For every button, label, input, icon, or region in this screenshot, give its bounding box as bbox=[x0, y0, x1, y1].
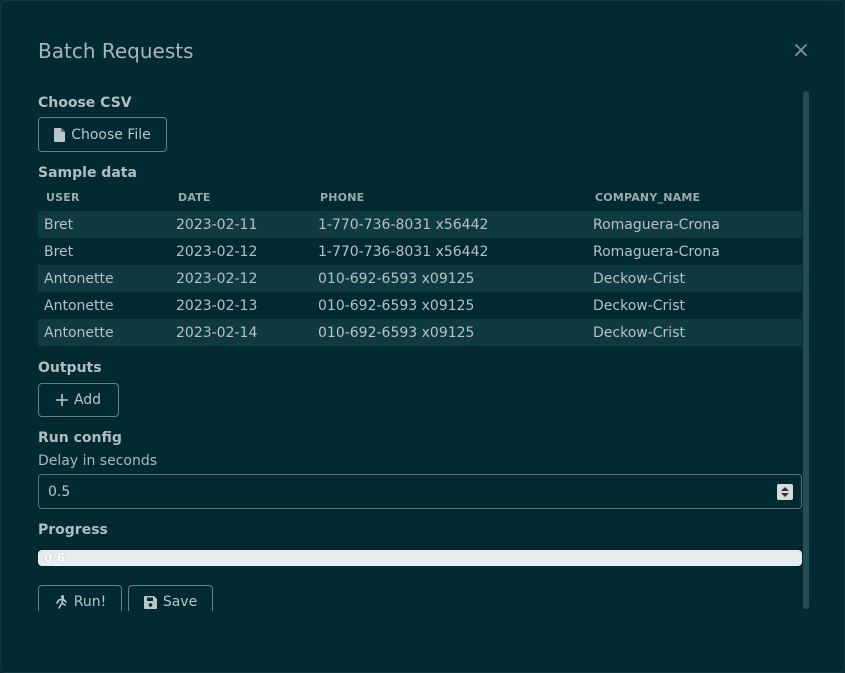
batch-requests-modal: Batch Requests × Choose CSV Choose File … bbox=[0, 0, 845, 673]
table-cell: 1-770-736-8031 x56442 bbox=[312, 238, 587, 265]
running-person-icon bbox=[54, 595, 68, 609]
sample-data-label: Sample data bbox=[38, 165, 137, 181]
table-cell: 2023-02-12 bbox=[170, 238, 312, 265]
choose-csv-label: Choose CSV bbox=[38, 95, 132, 111]
scrollbar[interactable] bbox=[803, 91, 809, 609]
delay-value: 0.5 bbox=[48, 483, 71, 500]
table-row: Bret 2023-02-11 1-770-736-8031 x56442 Ro… bbox=[38, 211, 802, 238]
table-row: Antonette 2023-02-13 010-692-6593 x09125… bbox=[38, 292, 802, 319]
table-row: Antonette 2023-02-14 010-692-6593 x09125… bbox=[38, 319, 802, 346]
table-row: Antonette 2023-02-12 010-692-6593 x09125… bbox=[38, 265, 802, 292]
table-cell: Antonette bbox=[38, 319, 170, 346]
table-cell: Deckow-Crist bbox=[587, 265, 802, 292]
table-cell: 010-692-6593 x09125 bbox=[312, 319, 587, 346]
add-output-button[interactable]: Add bbox=[38, 383, 119, 417]
table-cell: Deckow-Crist bbox=[587, 319, 802, 346]
save-label: Save bbox=[162, 594, 198, 610]
progress-bar: 0/6 bbox=[38, 550, 802, 566]
run-label: Run! bbox=[73, 594, 107, 610]
delay-label: Delay in seconds bbox=[38, 453, 158, 469]
table-cell: Bret bbox=[38, 211, 170, 238]
delay-input[interactable]: 0.5 bbox=[38, 474, 802, 509]
column-header: COMPANY_NAME bbox=[595, 190, 701, 204]
run-button[interactable]: Run! bbox=[38, 585, 122, 611]
table-cell: 010-692-6593 x09125 bbox=[312, 292, 587, 319]
table-cell: 2023-02-14 bbox=[170, 319, 312, 346]
number-spinner[interactable] bbox=[777, 484, 793, 500]
file-icon bbox=[54, 127, 66, 142]
table-cell: Antonette bbox=[38, 265, 170, 292]
spin-up-icon[interactable] bbox=[781, 487, 789, 491]
column-header: PHONE bbox=[320, 190, 365, 204]
table-cell: 1-770-736-8031 x56442 bbox=[312, 211, 587, 238]
progress-text: 0/6 bbox=[44, 551, 66, 565]
run-config-label: Run config bbox=[38, 430, 122, 446]
add-output-label: Add bbox=[73, 392, 102, 408]
table-cell: 2023-02-12 bbox=[170, 265, 312, 292]
modal-body: Choose CSV Choose File Sample data USER … bbox=[38, 91, 802, 611]
table-row: Bret 2023-02-12 1-770-736-8031 x56442 Ro… bbox=[38, 238, 802, 265]
table-cell: Romaguera-Crona bbox=[587, 238, 802, 265]
table-header-row: USER DATE PHONE COMPANY_NAME bbox=[38, 183, 802, 211]
sample-data-table: USER DATE PHONE COMPANY_NAME Bret 2023-0… bbox=[38, 183, 802, 346]
progress-label: Progress bbox=[38, 522, 108, 538]
floppy-disk-icon bbox=[143, 595, 157, 609]
column-header: USER bbox=[46, 190, 80, 204]
plus-icon bbox=[55, 394, 68, 406]
save-button[interactable]: Save bbox=[128, 585, 213, 611]
column-header: DATE bbox=[178, 190, 211, 204]
outputs-label: Outputs bbox=[38, 360, 102, 376]
choose-file-button[interactable]: Choose File bbox=[38, 117, 167, 152]
choose-file-label: Choose File bbox=[71, 126, 151, 143]
table-cell: Antonette bbox=[38, 292, 170, 319]
modal-title: Batch Requests bbox=[38, 39, 194, 63]
scrollbar-thumb[interactable] bbox=[803, 91, 809, 609]
table-cell: 010-692-6593 x09125 bbox=[312, 265, 587, 292]
table-cell: 2023-02-11 bbox=[170, 211, 312, 238]
table-cell: Romaguera-Crona bbox=[587, 211, 802, 238]
table-cell: 2023-02-13 bbox=[170, 292, 312, 319]
close-button[interactable]: × bbox=[789, 37, 813, 65]
close-icon: × bbox=[791, 38, 811, 63]
table-cell: Deckow-Crist bbox=[587, 292, 802, 319]
spin-down-icon[interactable] bbox=[781, 493, 789, 497]
table-cell: Bret bbox=[38, 238, 170, 265]
